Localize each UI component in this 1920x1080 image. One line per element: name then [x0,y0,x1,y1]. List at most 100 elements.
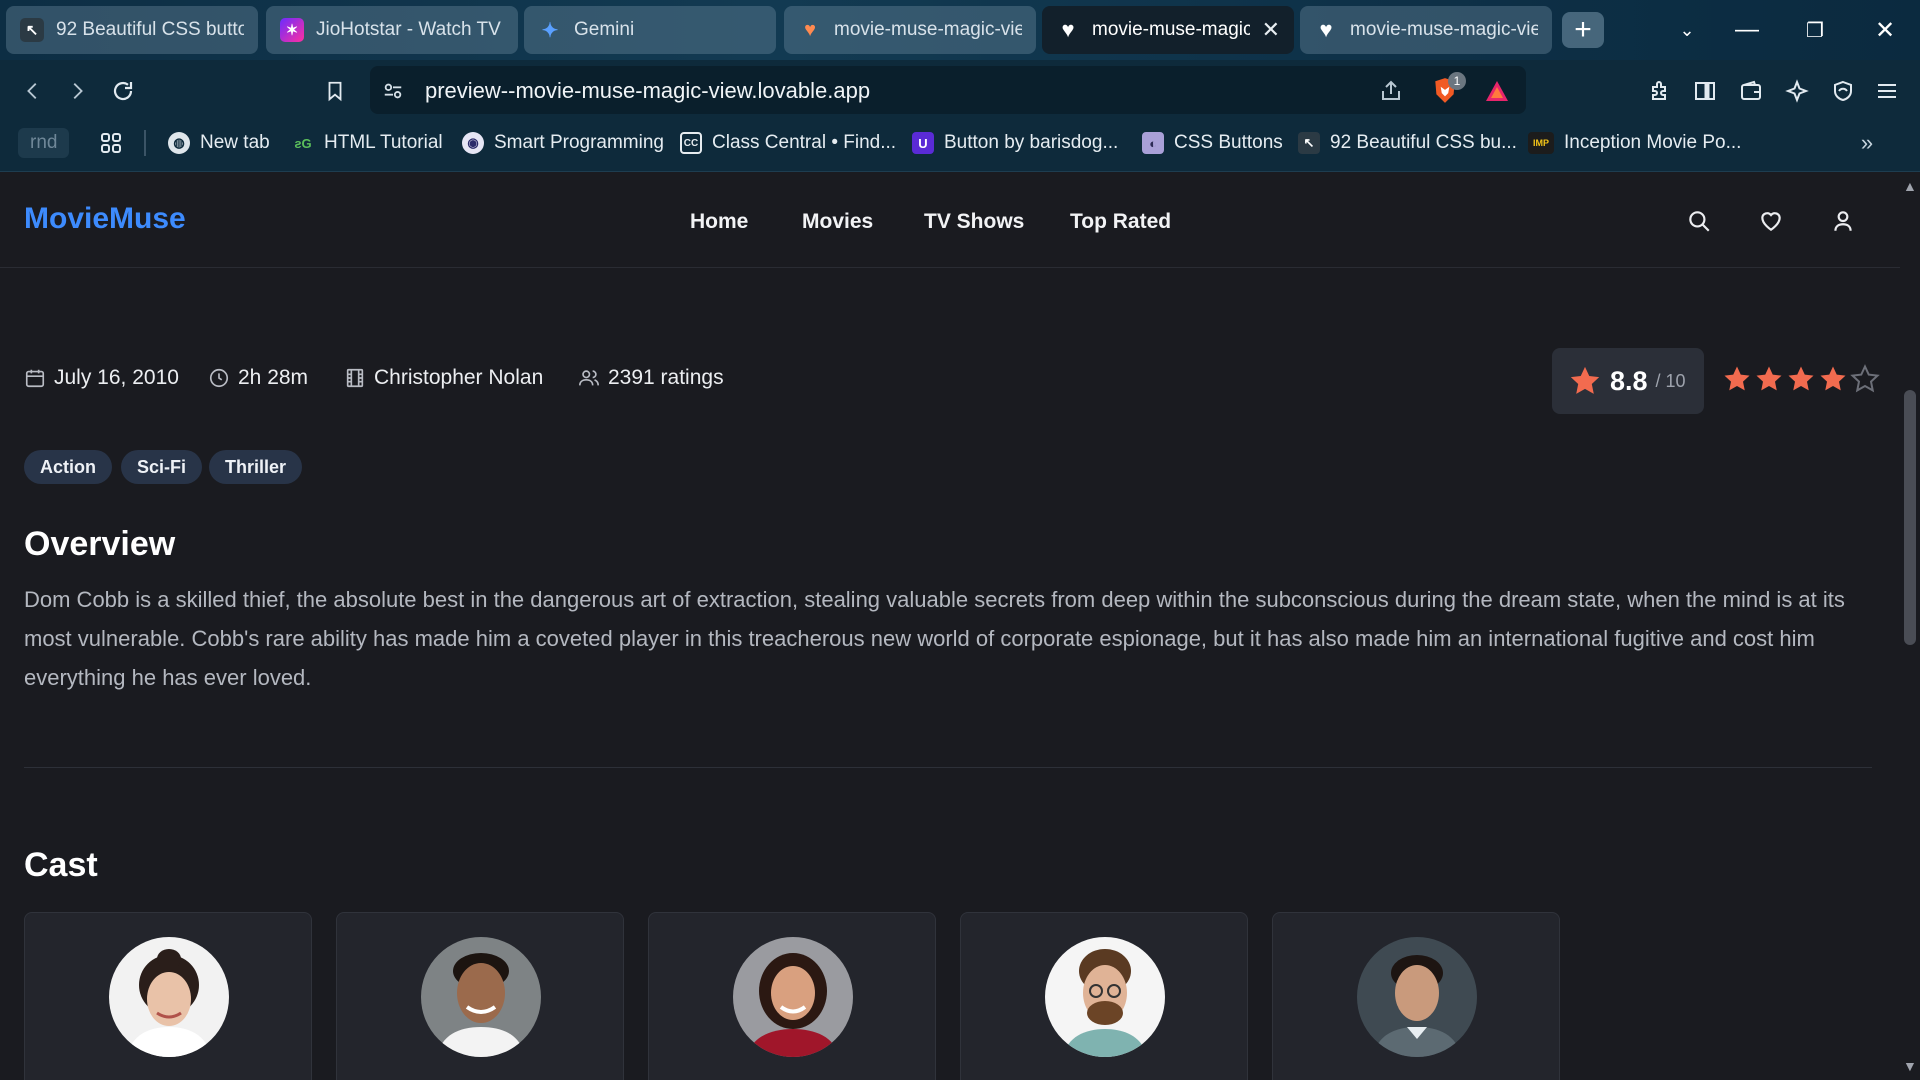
w3schools-icon: ƨG [294,135,312,151]
wallet-icon[interactable] [1734,74,1768,108]
overview-text: Dom Cobb is a skilled thief, the absolut… [24,587,1845,690]
heart-favicon-icon: ♥ [1061,17,1075,42]
minimize-icon[interactable]: — [1722,10,1772,50]
forward-icon[interactable] [60,74,94,108]
bookmark-item[interactable]: ◐ CSS Buttons [1142,128,1283,158]
bookmark-item[interactable]: ↖ 92 Beautiful CSS bu... [1298,128,1517,158]
users-icon [579,370,599,386]
browser-tab[interactable]: ✶ JioHotstar - Watch TV Shows [266,6,518,54]
cast-avatar [109,937,229,1057]
brave-shields-badge: 1 [1448,72,1466,90]
class-central-icon: CC [680,132,702,154]
tab-search-chevron-icon[interactable]: ⌄ [1662,10,1712,50]
cast-card[interactable] [648,912,936,1080]
smart-programming-icon: ◉ [462,132,484,154]
scroll-down-arrow-icon[interactable]: ▼ [1903,1058,1917,1074]
more-bookmarks-chevron-icon[interactable]: » [1850,126,1884,160]
browser-tab[interactable]: ♥ movie-muse-magic-view [1300,6,1552,54]
bookmark-item[interactable]: CC Class Central • Find... [680,128,896,158]
director: Christopher Nolan [344,366,543,390]
bookmark-item[interactable]: ◍ New tab [168,128,270,158]
cast-card[interactable] [336,912,624,1080]
bookmark-icon[interactable] [318,74,352,108]
ratings-count: 2391 ratings [578,366,724,390]
cast-avatar [733,937,853,1057]
browser-tab-strip: ↖ 92 Beautiful CSS buttons ✶ JioHotstar … [0,0,1920,60]
vpn-shield-icon[interactable] [1826,74,1860,108]
bookmark-folder-rnd[interactable]: rnd [18,128,70,158]
bookmark-item[interactable]: IMP Inception Movie Po... [1528,128,1741,158]
star-filled-icon [1724,366,1750,391]
apps-grid-icon[interactable] [94,126,128,160]
browser-tab-active[interactable]: ♥ movie-muse-magic-view ✕ [1042,6,1294,54]
nav-top-rated[interactable]: Top Rated [1070,210,1171,234]
cast-avatar [1045,937,1165,1057]
bookmark-item[interactable]: ƨG HTML Tutorial [292,128,442,158]
gemini-favicon-icon: ✦ [541,19,559,42]
reload-icon[interactable] [106,74,140,108]
bookmark-label: rnd [30,132,58,153]
css-buttons-icon: ◐ [1142,132,1164,154]
nav-movies[interactable]: Movies [802,210,873,234]
extensions-icon[interactable] [1644,74,1678,108]
star-empty-icon [1850,364,1880,393]
imp-awards-icon: IMP [1528,132,1554,154]
cast-card[interactable] [24,912,312,1080]
site-header: MovieMuse Home Movies TV Shows Top Rated [0,172,1900,268]
genre-tag[interactable]: Sci-Fi [121,450,203,484]
release-date: July 16, 2010 [24,366,179,390]
bookmark-item[interactable]: U Button by barisdog... [912,128,1118,158]
star-rating [1722,364,1880,394]
bookmark-divider [144,130,146,156]
film-icon [346,368,364,388]
nav-tv-shows[interactable]: TV Shows [924,210,1024,234]
runtime: 2h 28m [208,366,308,390]
browser-tab[interactable]: ↖ 92 Beautiful CSS buttons [6,6,258,54]
calendar-icon [25,369,45,388]
close-tab-icon[interactable]: ✕ [1262,17,1280,43]
leo-ai-icon[interactable] [1780,74,1814,108]
overview-heading: Overview [24,525,176,563]
back-icon[interactable] [16,74,50,108]
cursor-favicon-icon: ↖ [1298,132,1320,154]
browser-tab[interactable]: ✦ Gemini [524,6,776,54]
favorites-heart-icon[interactable] [1758,208,1784,234]
cast-card[interactable] [960,912,1248,1080]
brave-rewards-icon[interactable] [1480,74,1514,108]
new-tab-button[interactable]: + [1562,12,1604,48]
uiverse-icon: U [912,132,934,154]
heart-favicon-icon: ♥ [1319,17,1333,42]
nav-home[interactable]: Home [690,210,748,234]
site-settings-icon[interactable] [376,74,410,108]
globe-icon: ◍ [168,132,190,154]
cast-card[interactable] [1272,912,1560,1080]
restore-window-icon[interactable]: ❐ [1790,10,1840,50]
bookmark-item[interactable]: ◉ Smart Programming [462,128,664,158]
cast-heading: Cast [24,846,98,884]
genre-tag[interactable]: Thriller [209,450,303,484]
jiohotstar-favicon-icon: ✶ [280,18,304,42]
star-icon [1570,366,1600,394]
star-filled-icon [1756,366,1782,391]
share-icon[interactable] [1374,74,1408,108]
user-profile-icon[interactable] [1830,208,1856,234]
close-window-icon[interactable]: ✕ [1860,10,1910,50]
heart-favicon-icon: ♥ [804,18,816,41]
rating-score-box: 8.8 / 10 [1552,348,1704,414]
menu-icon[interactable] [1870,74,1904,108]
web-page: MovieMuse Home Movies TV Shows Top Rated… [0,172,1900,1080]
star-filled-icon [1788,366,1814,391]
url-text[interactable]: preview--movie-muse-magic-view.lovable.a… [425,78,870,104]
sidebar-toggle-icon[interactable] [1688,74,1722,108]
clock-icon [209,368,229,388]
rating-max: / 10 [1655,370,1686,391]
browser-tab[interactable]: ♥ movie-muse-magic-view [784,6,1036,54]
cursor-favicon-icon: ↖ [20,18,44,42]
cast-avatar [1357,937,1477,1057]
genre-tag[interactable]: Action [24,450,112,484]
star-filled-icon [1820,366,1846,391]
site-logo[interactable]: MovieMuse [24,202,186,236]
scroll-up-arrow-icon[interactable]: ▲ [1903,178,1917,194]
scrollbar-thumb[interactable] [1904,390,1916,645]
search-icon[interactable] [1686,208,1712,234]
